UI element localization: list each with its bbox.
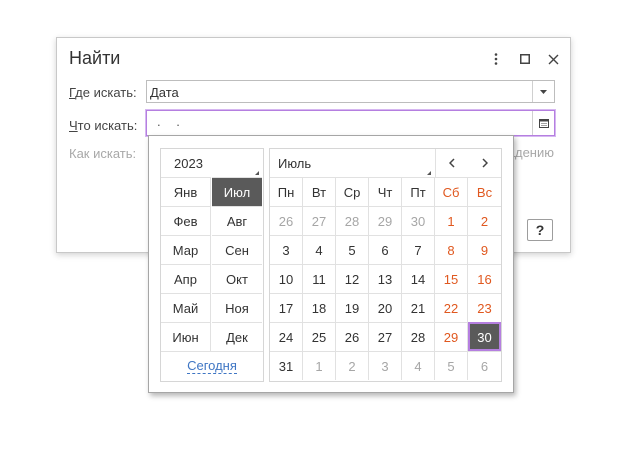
- maximize-icon[interactable]: [514, 48, 536, 70]
- next-month-button[interactable]: [468, 149, 501, 177]
- what-date-input[interactable]: . .: [146, 110, 555, 136]
- month-cell[interactable]: Окт: [212, 264, 262, 293]
- weekday-header: Вс: [468, 177, 501, 206]
- day-cell[interactable]: 28: [336, 206, 369, 235]
- month-cell[interactable]: Июн: [161, 322, 211, 351]
- day-cell[interactable]: 4: [402, 351, 435, 380]
- help-button[interactable]: ?: [527, 219, 553, 241]
- day-cell[interactable]: 3: [270, 235, 303, 264]
- day-cell[interactable]: 30: [402, 206, 435, 235]
- dropdown-button[interactable]: [532, 81, 554, 102]
- day-cell[interactable]: 23: [468, 293, 501, 322]
- weekday-header: Ср: [336, 177, 369, 206]
- month-cell-selected[interactable]: Июл: [212, 177, 262, 206]
- day-cell[interactable]: 8: [435, 235, 468, 264]
- day-cell[interactable]: 20: [369, 293, 402, 322]
- weekday-header: Чт: [369, 177, 402, 206]
- day-cell[interactable]: 29: [435, 322, 468, 351]
- what-label: Что искать:: [69, 118, 138, 133]
- day-cell[interactable]: 24: [270, 322, 303, 351]
- day-cell[interactable]: 14: [402, 264, 435, 293]
- date-mask: . .: [157, 114, 186, 129]
- day-cell[interactable]: 10: [270, 264, 303, 293]
- chevron-down-icon: [540, 89, 547, 94]
- dialog-title: Найти: [69, 48, 121, 68]
- day-cell-selected[interactable]: 30: [468, 322, 501, 351]
- day-cell[interactable]: 19: [336, 293, 369, 322]
- day-cell[interactable]: 22: [435, 293, 468, 322]
- day-cell[interactable]: 16: [468, 264, 501, 293]
- close-icon[interactable]: [542, 48, 564, 70]
- day-cell[interactable]: 31: [270, 351, 303, 380]
- day-cell[interactable]: 26: [270, 206, 303, 235]
- calendar-popup: 2023 Янв Июл Фев Авг Мар Сен Апр Окт Май…: [148, 135, 514, 393]
- month-cell[interactable]: Сен: [212, 235, 262, 264]
- day-cell[interactable]: 4: [303, 235, 336, 264]
- day-cell[interactable]: 1: [303, 351, 336, 380]
- day-cell[interactable]: 13: [369, 264, 402, 293]
- month-picker: 2023 Янв Июл Фев Авг Мар Сен Апр Окт Май…: [160, 148, 264, 382]
- where-field[interactable]: Дата: [146, 80, 555, 103]
- month-cell[interactable]: Май: [161, 293, 211, 322]
- day-cell[interactable]: 21: [402, 293, 435, 322]
- day-cell[interactable]: 15: [435, 264, 468, 293]
- year-corner-icon: [255, 171, 259, 175]
- prev-month-button[interactable]: [435, 149, 468, 177]
- calendar-button[interactable]: [532, 111, 554, 135]
- day-cell[interactable]: 25: [303, 322, 336, 351]
- where-label: Где искать:: [69, 85, 137, 100]
- day-cell[interactable]: 7: [402, 235, 435, 264]
- month-cell[interactable]: Фев: [161, 206, 211, 235]
- month-corner-icon: [427, 171, 431, 175]
- month-cell[interactable]: Авг: [212, 206, 262, 235]
- weekday-header: Вт: [303, 177, 336, 206]
- chevron-right-icon: [481, 158, 488, 168]
- how-label: Как искать:: [69, 146, 137, 161]
- day-cell[interactable]: 12: [336, 264, 369, 293]
- day-cell[interactable]: 5: [435, 351, 468, 380]
- day-cell[interactable]: 5: [336, 235, 369, 264]
- day-cell[interactable]: 2: [468, 206, 501, 235]
- day-cell[interactable]: 29: [369, 206, 402, 235]
- weekday-header: Сб: [435, 177, 468, 206]
- day-picker: Июль Пн Вт Ср Чт Пт Сб Вс 26 27 28 29 30 1 2 3 4 5 6 7 8 9 10…: [269, 148, 502, 382]
- where-value: Дата: [150, 85, 179, 100]
- day-cell[interactable]: 28: [402, 322, 435, 351]
- month-cell[interactable]: Янв: [161, 177, 211, 206]
- chevron-left-icon: [448, 158, 455, 168]
- month-cell[interactable]: Ноя: [212, 293, 262, 322]
- month-value: Июль: [278, 156, 312, 171]
- day-cell[interactable]: 18: [303, 293, 336, 322]
- calendar-icon: [538, 119, 549, 128]
- day-cell[interactable]: 1: [435, 206, 468, 235]
- month-cell[interactable]: Дек: [212, 322, 262, 351]
- weekday-header: Пт: [402, 177, 435, 206]
- day-cell[interactable]: 11: [303, 264, 336, 293]
- day-cell[interactable]: 6: [468, 351, 501, 380]
- month-selector[interactable]: Июль: [270, 149, 436, 177]
- year-value: 2023: [174, 156, 203, 171]
- weekday-header: Пн: [270, 177, 303, 206]
- today-link[interactable]: Сегодня: [161, 351, 263, 381]
- day-cell[interactable]: 27: [303, 206, 336, 235]
- day-cell[interactable]: 6: [369, 235, 402, 264]
- year-selector[interactable]: 2023: [161, 149, 263, 177]
- day-cell[interactable]: 2: [336, 351, 369, 380]
- month-cell[interactable]: Мар: [161, 235, 211, 264]
- day-cell[interactable]: 17: [270, 293, 303, 322]
- month-cell[interactable]: Апр: [161, 264, 211, 293]
- day-cell[interactable]: 27: [369, 322, 402, 351]
- more-menu-icon[interactable]: [485, 48, 507, 70]
- day-cell[interactable]: 9: [468, 235, 501, 264]
- day-cell[interactable]: 26: [336, 322, 369, 351]
- search-mode-fragment: адению: [507, 145, 554, 160]
- day-cell[interactable]: 3: [369, 351, 402, 380]
